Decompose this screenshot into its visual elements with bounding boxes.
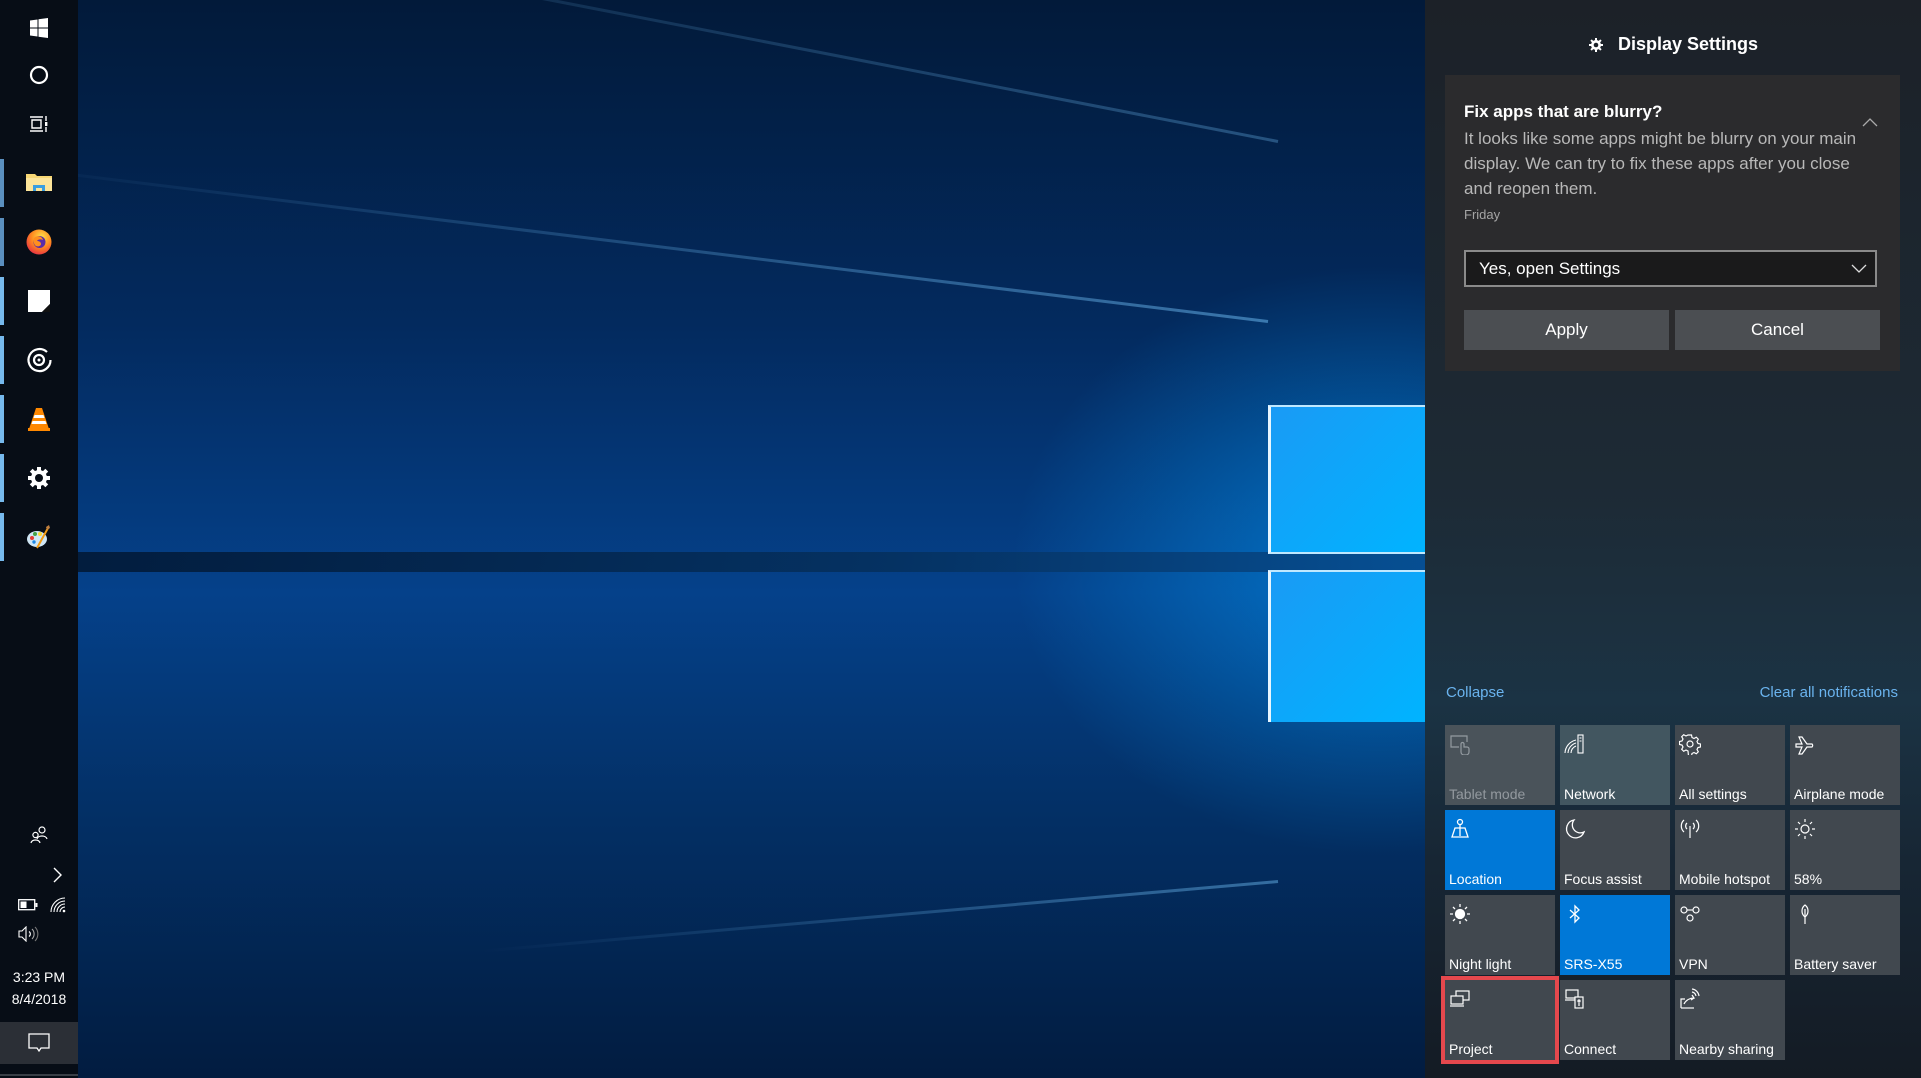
tile-location[interactable]: Location	[1445, 810, 1555, 890]
tile-label: Connect	[1564, 1041, 1617, 1057]
task-view-icon	[30, 116, 48, 132]
sticky-notes-button[interactable]	[0, 273, 78, 329]
notification-time: Friday	[1464, 207, 1501, 222]
windows-logo-frame-top	[1268, 405, 1425, 554]
airplane-icon	[1795, 736, 1814, 755]
vpn-icon	[1680, 906, 1700, 922]
light-beam	[78, 0, 1279, 143]
action-select[interactable]: Yes, open Settings	[1464, 250, 1877, 287]
clear-all-notifications-link[interactable]: Clear all notifications	[1760, 684, 1898, 701]
groove-music-button[interactable]	[0, 332, 78, 388]
wifi-icon[interactable]	[50, 897, 66, 913]
bluetooth-icon	[1569, 904, 1580, 924]
gear-icon	[1588, 38, 1603, 52]
groove-music-icon	[27, 347, 52, 373]
taskbar: 3:23 PM 8/4/2018	[0, 0, 78, 1078]
sticky-notes-icon	[28, 290, 50, 312]
settings-button[interactable]	[0, 450, 78, 506]
taskbar-divider	[0, 1074, 78, 1076]
tile-connect[interactable]: Connect	[1560, 980, 1670, 1060]
cortana-circle-icon	[29, 65, 49, 85]
battery-icon[interactable]	[18, 899, 38, 911]
notification-toast[interactable]: Fix apps that are blurry? It looks like …	[1445, 75, 1900, 371]
tile-tablet-mode[interactable]: Tablet mode	[1445, 725, 1555, 805]
tile-label: All settings	[1679, 786, 1747, 802]
tile-battery-saver[interactable]: Battery saver	[1790, 895, 1900, 975]
action-center-icon	[28, 1033, 50, 1053]
project-icon	[1450, 990, 1470, 1007]
night-light-icon	[1450, 904, 1470, 924]
tile-label: SRS-X55	[1564, 956, 1623, 972]
gear-icon	[28, 467, 50, 489]
tile-label: Mobile hotspot	[1679, 871, 1771, 887]
shadow-band	[78, 552, 1425, 572]
chevron-right-icon[interactable]	[52, 866, 64, 884]
volume-icon[interactable]	[18, 926, 40, 942]
desktop-wallpaper	[78, 0, 1425, 1078]
tile-label: 58%	[1794, 871, 1823, 887]
notification-body: It looks like some apps might be blurry …	[1464, 129, 1857, 198]
action-center-panel: Display Settings Fix apps that are blurr…	[1425, 0, 1921, 1078]
tile-label: Nearby sharing	[1679, 1041, 1774, 1057]
tile-label: Battery saver	[1794, 956, 1877, 972]
tile-label: Night light	[1449, 956, 1512, 972]
notification-group-header[interactable]: Display Settings	[1425, 34, 1921, 55]
notification-title: Fix apps that are blurry?	[1464, 102, 1663, 121]
hotspot-icon	[1680, 819, 1700, 838]
tile-all-settings[interactable]: All settings	[1675, 725, 1785, 805]
vlc-cone-icon	[28, 408, 50, 431]
vlc-button[interactable]	[0, 391, 78, 447]
task-view-button[interactable]	[0, 96, 78, 152]
windows-logo-frame-bottom	[1268, 570, 1425, 722]
apply-button[interactable]: Apply	[1464, 310, 1669, 350]
tile-project[interactable]: Project	[1441, 976, 1559, 1064]
brightness-icon	[1795, 819, 1815, 839]
tile-vpn[interactable]: VPN	[1675, 895, 1785, 975]
tile-label: VPN	[1679, 956, 1708, 972]
collapse-link[interactable]: Collapse	[1446, 684, 1504, 701]
location-icon	[1451, 818, 1469, 838]
tile-mobile-hotspot[interactable]: Mobile hotspot	[1675, 810, 1785, 890]
moon-icon	[1565, 819, 1586, 839]
tile-label: Network	[1564, 786, 1616, 802]
tile-label: Focus assist	[1564, 871, 1642, 887]
tile-bluetooth[interactable]: SRS-X55	[1560, 895, 1670, 975]
group-header-label: Display Settings	[1617, 34, 1759, 54]
folder-icon	[26, 174, 52, 191]
paint-button[interactable]	[0, 509, 78, 565]
tile-airplane-mode[interactable]: Airplane mode	[1790, 725, 1900, 805]
tile-label: Tablet mode	[1449, 786, 1526, 802]
tile-brightness[interactable]: 58%	[1790, 810, 1900, 890]
cortana-button[interactable]	[0, 47, 78, 103]
tile-label: Airplane mode	[1794, 786, 1885, 802]
tile-night-light[interactable]: Night light	[1445, 895, 1555, 975]
cancel-button[interactable]: Cancel	[1675, 310, 1880, 350]
tile-label: Location	[1449, 871, 1502, 887]
tile-focus-assist[interactable]: Focus assist	[1560, 810, 1670, 890]
action-center-button[interactable]	[0, 1022, 78, 1064]
people-icon[interactable]	[29, 825, 49, 845]
action-select-value: Yes, open Settings	[1479, 259, 1621, 278]
paint-palette-icon	[27, 525, 50, 549]
light-beam	[480, 880, 1279, 953]
firefox-icon	[26, 229, 52, 255]
firefox-button[interactable]	[0, 214, 78, 270]
connect-icon	[1565, 989, 1584, 1009]
nearby-sharing-icon	[1680, 988, 1700, 1009]
tile-nearby-sharing[interactable]: Nearby sharing	[1675, 980, 1785, 1060]
battery-saver-icon	[1801, 904, 1809, 924]
windows-logo-icon	[30, 18, 48, 38]
tile-label: Project	[1449, 1041, 1493, 1057]
network-icon	[1564, 734, 1584, 754]
file-explorer-button[interactable]	[0, 155, 78, 211]
chevron-down-icon	[1851, 264, 1867, 273]
tablet-mode-icon	[1450, 735, 1470, 755]
tile-network[interactable]: Network	[1560, 725, 1670, 805]
clock-date[interactable]: 8/4/2018	[0, 989, 78, 1010]
light-beam	[78, 162, 1269, 323]
clock-time[interactable]: 3:23 PM	[0, 967, 78, 988]
gear-icon	[1679, 733, 1701, 755]
